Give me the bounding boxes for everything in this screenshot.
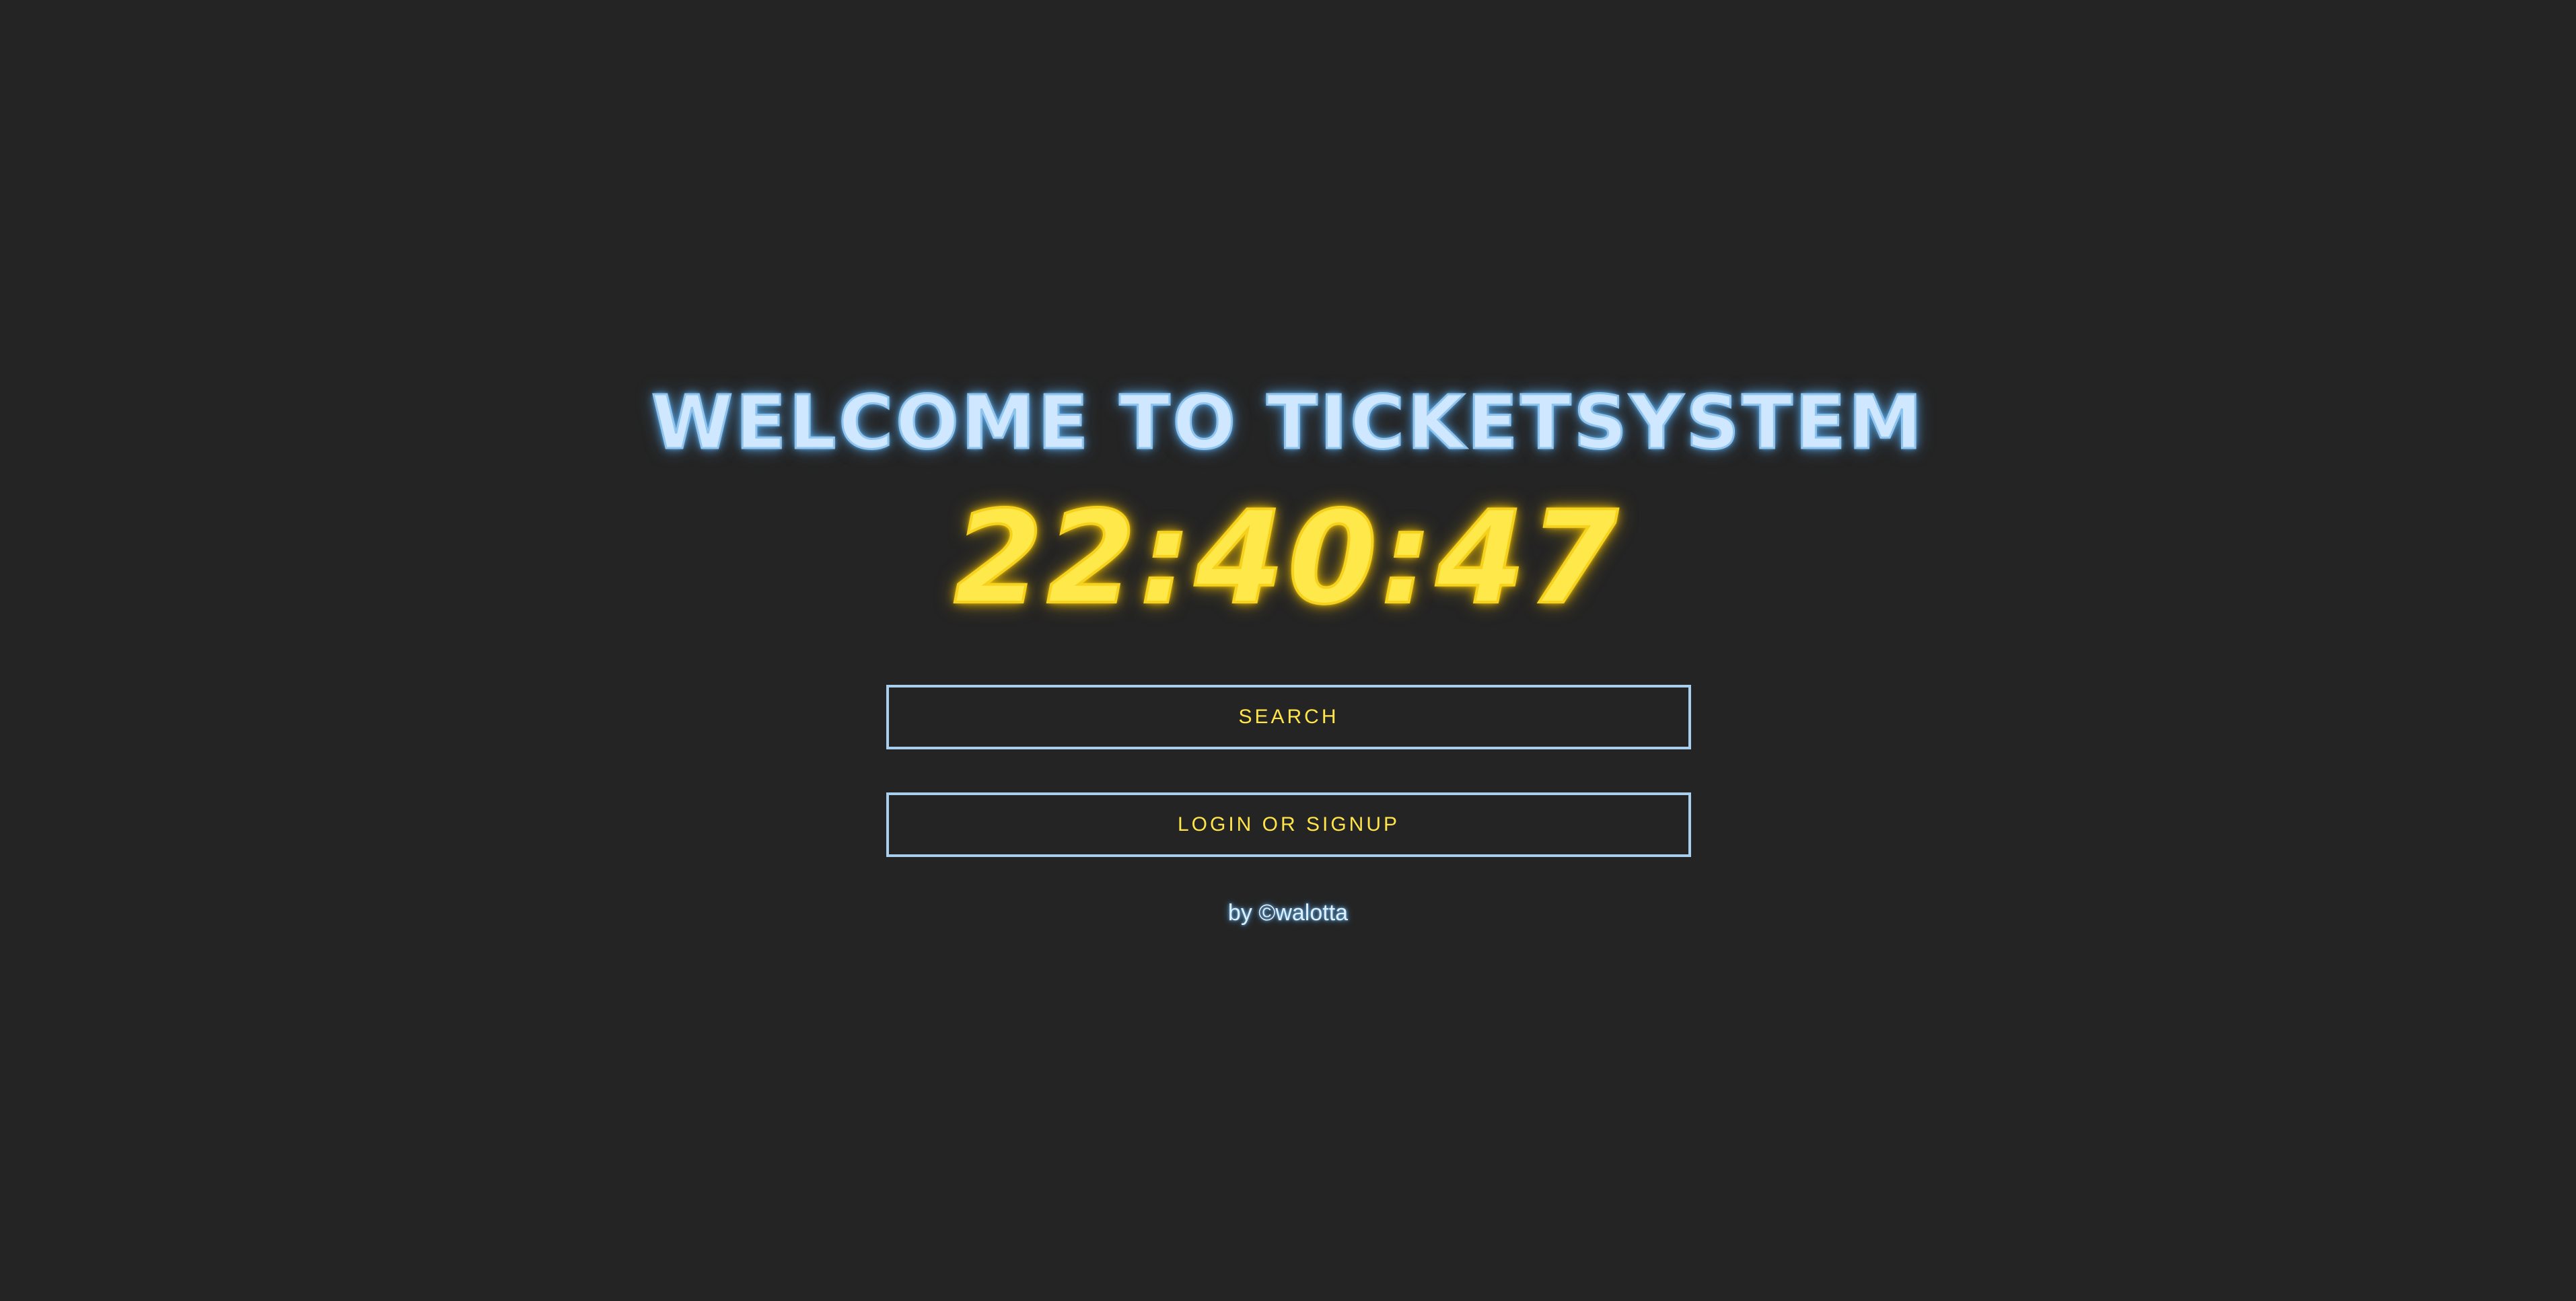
landing-page: WELCOME TO TICKETSYSTEM 22:40:47 SEARCH … — [0, 0, 2576, 1301]
digital-clock: 22:40:47 — [952, 484, 1622, 632]
search-button[interactable]: SEARCH — [886, 685, 1691, 749]
author-credit: by ©walotta — [1227, 900, 1349, 926]
login-signup-button[interactable]: LOGIN OR SIGNUP — [886, 792, 1691, 857]
page-title: WELCOME TO TICKETSYSTEM — [650, 379, 1925, 467]
